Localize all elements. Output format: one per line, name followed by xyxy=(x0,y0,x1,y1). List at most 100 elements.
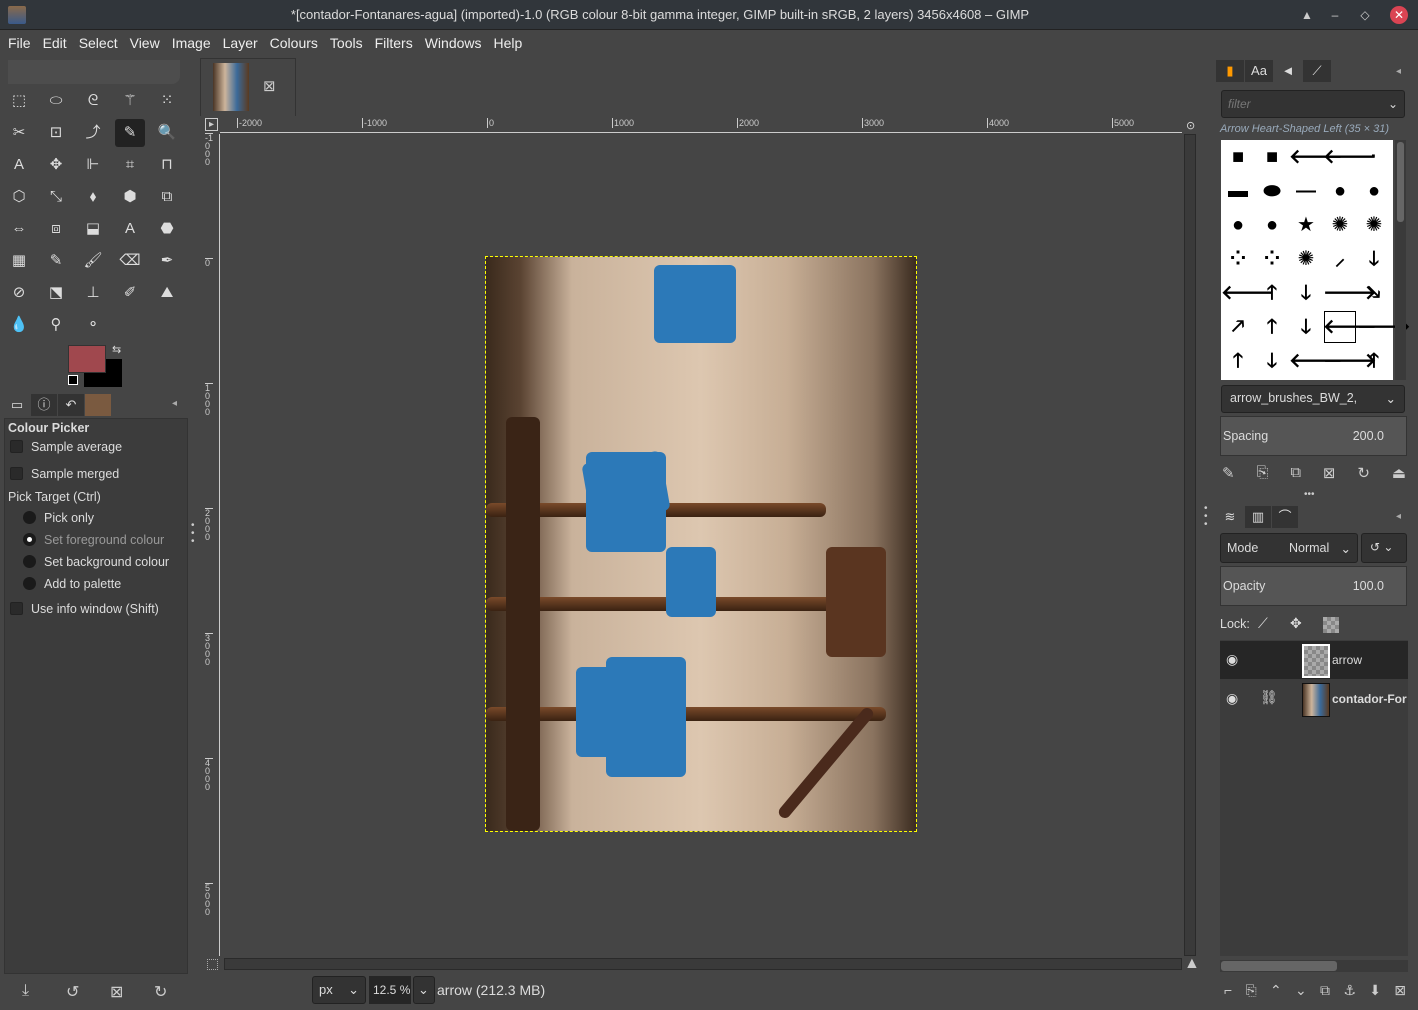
duplicate-layer-icon[interactable]: ⧉ xyxy=(1320,982,1330,999)
merge-layer-icon[interactable]: ⬇ xyxy=(1369,982,1381,999)
layer-mode-select[interactable]: Mode Normal ⌄ xyxy=(1220,533,1358,563)
tool-options-tab-icon[interactable]: ▭ xyxy=(4,394,30,416)
dock-menu-icon[interactable]: ◂ xyxy=(172,398,177,409)
horizontal-scrollbar[interactable] xyxy=(224,958,1182,970)
dock-menu-icon[interactable]: ◂ xyxy=(1396,511,1401,522)
tool-button[interactable]: ✥ xyxy=(41,151,71,179)
menu-help[interactable]: Help xyxy=(494,30,523,56)
pane-resize-handle[interactable]: • • • xyxy=(1204,504,1208,530)
open-brush-as-image-icon[interactable]: ⏏ xyxy=(1392,464,1406,482)
menu-filters[interactable]: Filters xyxy=(375,30,413,56)
tool-button[interactable]: ⚚ xyxy=(115,87,145,115)
menu-tools[interactable]: Tools xyxy=(330,30,363,56)
tool-button[interactable]: ⬡ xyxy=(4,183,34,211)
vertical-scrollbar[interactable] xyxy=(1184,134,1196,956)
radio-pick-only[interactable]: Pick only xyxy=(23,511,94,525)
images-tab-icon[interactable] xyxy=(85,394,111,416)
brush-item[interactable]: 🡑 xyxy=(1255,310,1289,344)
edit-brush-icon[interactable]: ✎ xyxy=(1222,464,1235,482)
tool-button[interactable]: ⬔ xyxy=(41,279,71,307)
tool-button[interactable]: ⌫ xyxy=(115,247,145,275)
raise-layer-icon[interactable]: ⌃ xyxy=(1270,982,1282,999)
visibility-eye-icon[interactable]: ◉ xyxy=(1226,690,1238,707)
undo-history-tab-icon[interactable]: ↶ xyxy=(58,394,84,416)
brush-item[interactable]: 🡓 xyxy=(1357,242,1391,276)
layer-row-arrow[interactable]: ◉ arrow xyxy=(1220,641,1408,679)
foreground-colour[interactable] xyxy=(68,345,106,373)
tool-button[interactable]: ✎ xyxy=(115,119,145,147)
zoom-input[interactable]: 12.5 % xyxy=(369,976,411,1004)
menu-layer[interactable]: Layer xyxy=(223,30,258,56)
anchor-layer-icon[interactable]: ⚓ xyxy=(1343,982,1356,999)
tool-button[interactable]: 💧 xyxy=(4,311,34,339)
menu-select[interactable]: Select xyxy=(79,30,118,56)
fonts-tab-icon[interactable]: Aa xyxy=(1245,60,1273,82)
image-tab[interactable]: ⊠ xyxy=(200,58,296,116)
brush-item[interactable]: 🡕 xyxy=(1221,310,1255,344)
keep-above-button[interactable]: ▲ xyxy=(1298,6,1316,24)
brush-item[interactable]: 🡐 xyxy=(1323,140,1377,174)
tool-button[interactable]: ✎ xyxy=(41,247,71,275)
new-brush-icon[interactable]: ⎘ xyxy=(1256,464,1268,482)
lock-position-icon[interactable]: ✥ xyxy=(1290,615,1302,632)
pane-resize-handle[interactable]: • • • xyxy=(191,521,195,547)
channels-tab-icon[interactable]: ▥ xyxy=(1245,506,1271,528)
spacing-spinner[interactable]: Spacing 200.0 xyxy=(1220,416,1407,456)
quick-mask-toggle-icon[interactable]: ▸ xyxy=(205,118,218,131)
brush-item[interactable]: 🡑 xyxy=(1255,276,1289,310)
brush-item[interactable]: 🡐 xyxy=(1323,310,1377,344)
tool-button[interactable]: ⬭ xyxy=(41,87,71,115)
default-colours-icon[interactable] xyxy=(68,375,78,385)
brush-item[interactable]: 🡓 xyxy=(1255,344,1289,378)
dock-menu-icon[interactable]: ◂ xyxy=(1396,66,1401,77)
tool-button[interactable]: ⌗ xyxy=(115,151,145,179)
use-info-window-checkbox[interactable]: Use info window (Shift) xyxy=(10,602,159,616)
brush-item[interactable]: 🡐 xyxy=(1289,344,1343,378)
layer-row-contador[interactable]: ◉ ⛓ contador-For xyxy=(1220,680,1408,718)
navigate-icon[interactable] xyxy=(207,959,218,970)
tool-button[interactable]: ✂ xyxy=(4,119,34,147)
tool-button[interactable]: ⧉ xyxy=(152,183,182,211)
tool-button[interactable]: ⬢ xyxy=(115,183,145,211)
brush-item[interactable]: ✺ xyxy=(1357,208,1391,242)
radio-add-to-palette[interactable]: Add to palette xyxy=(23,577,121,591)
tool-button[interactable]: A xyxy=(4,151,34,179)
brush-item[interactable]: 🡐 xyxy=(1221,276,1275,310)
sample-merged-checkbox[interactable]: Sample merged xyxy=(10,467,119,481)
tool-button[interactable]: ⁙ xyxy=(152,87,182,115)
brush-item[interactable]: ■ xyxy=(1255,140,1289,174)
menu-edit[interactable]: Edit xyxy=(43,30,67,56)
brush-list-scrollbar[interactable] xyxy=(1395,140,1406,380)
tool-button[interactable]: A xyxy=(115,215,145,243)
brush-item[interactable]: ⸝ xyxy=(1323,242,1357,276)
brush-item[interactable]: ● xyxy=(1357,174,1391,208)
tool-button[interactable]: ⬧ xyxy=(78,183,108,211)
brush-item[interactable]: 🡑 xyxy=(1221,344,1255,378)
brush-item[interactable]: 🡓 xyxy=(1289,276,1323,310)
tool-button[interactable]: ⛰ xyxy=(152,279,182,307)
tool-button[interactable]: ▦ xyxy=(4,247,34,275)
lock-pixels-icon[interactable]: ⟋ xyxy=(1258,615,1268,632)
brushes-tab-icon[interactable]: ◄ xyxy=(1274,60,1302,82)
tool-button[interactable]: ⊩ xyxy=(78,151,108,179)
swap-colours-icon[interactable]: ⇆ xyxy=(112,343,121,356)
chain-link-icon[interactable]: ⛓ xyxy=(1260,689,1278,706)
tool-button[interactable]: 🔍 xyxy=(152,119,182,147)
gradients-tab-icon[interactable]: ▮ xyxy=(1216,60,1244,82)
lower-layer-icon[interactable]: ⌄ xyxy=(1295,982,1307,999)
brush-item[interactable]: ● xyxy=(1255,208,1289,242)
menu-windows[interactable]: Windows xyxy=(425,30,482,56)
close-button[interactable]: ✕ xyxy=(1390,6,1408,24)
brush-item[interactable]: 🡒 xyxy=(1323,276,1377,310)
brush-item[interactable]: ✺ xyxy=(1323,208,1357,242)
tool-button[interactable]: ⊡ xyxy=(41,119,71,147)
brush-item[interactable]: ★ xyxy=(1289,208,1323,242)
tool-button[interactable]: 🖌 xyxy=(78,247,108,275)
brush-item[interactable]: ⬬ xyxy=(1255,174,1289,208)
paint-dynamics-tab-icon[interactable]: ⟋ xyxy=(1303,60,1331,82)
delete-brush-icon[interactable]: ⊠ xyxy=(1323,464,1336,482)
brush-item[interactable]: 🡖 xyxy=(1357,276,1391,310)
save-tool-preset-icon[interactable]: ⤓ xyxy=(22,982,29,1000)
tool-button[interactable]: ⧈ xyxy=(41,215,71,243)
tool-button[interactable]: ✒ xyxy=(152,247,182,275)
